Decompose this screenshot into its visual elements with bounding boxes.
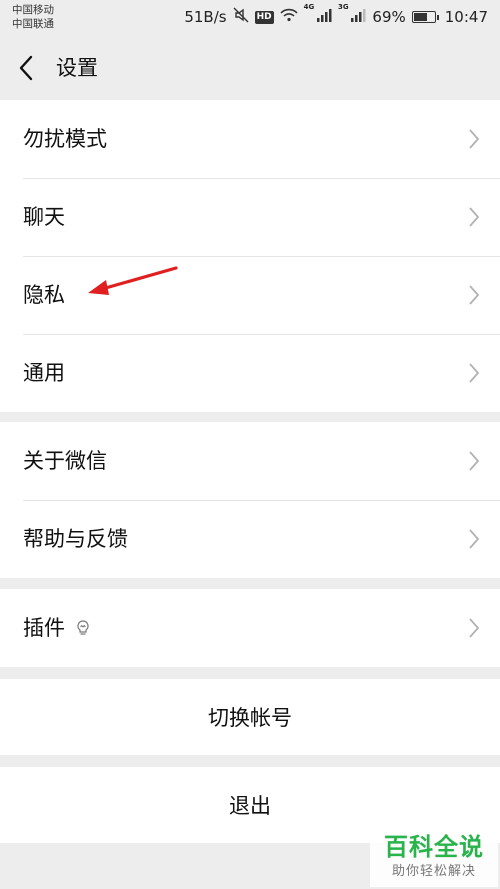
chevron-right-icon <box>469 451 480 471</box>
settings-item-privacy[interactable]: 隐私 <box>0 256 500 334</box>
chevron-right-icon <box>469 129 480 149</box>
wifi-icon <box>280 8 298 26</box>
settings-item-label: 隐私 <box>23 283 65 307</box>
settings-group-3: 插件 <box>0 589 500 667</box>
status-icons: 51B/s HD 4G 3G 69% 10:47 <box>184 3 488 28</box>
page-title: 设置 <box>56 56 98 80</box>
status-bar: 中国移动 中国联通 51B/s HD 4G 3G 69% 10:47 <box>0 0 500 36</box>
nav-header: 设置 <box>0 36 500 100</box>
settings-item-label: 通用 <box>23 361 65 385</box>
settings-item-label: 帮助与反馈 <box>23 527 128 551</box>
chevron-right-icon <box>469 363 480 383</box>
watermark-title: 百科全说 <box>384 833 484 861</box>
watermark-logo: 百科全说 助你轻松解决 <box>370 831 498 887</box>
carrier-2: 中国联通 <box>12 18 54 30</box>
back-button[interactable] <box>14 52 44 84</box>
settings-item-plugins[interactable]: 插件 <box>0 589 500 667</box>
switch-account-button[interactable]: 切换帐号 <box>0 679 500 755</box>
chevron-right-icon <box>469 285 480 305</box>
lightbulb-icon <box>77 620 89 635</box>
signal-icon-1: 4G <box>304 3 332 26</box>
chevron-right-icon <box>469 207 480 227</box>
settings-item-about[interactable]: 关于微信 <box>0 422 500 500</box>
switch-account-label: 切换帐号 <box>208 706 292 730</box>
settings-item-label: 聊天 <box>23 205 65 229</box>
watermark-slogan: 助你轻松解决 <box>391 864 476 879</box>
network-type-1: 4G <box>303 3 315 11</box>
signal-icon-2: 3G <box>338 3 366 26</box>
settings-item-label: 勿扰模式 <box>23 127 107 151</box>
network-speed: 51B/s <box>184 8 227 26</box>
chevron-right-icon <box>469 529 480 549</box>
logout-label: 退出 <box>229 794 271 818</box>
settings-item-general[interactable]: 通用 <box>0 334 500 412</box>
battery-percent: 69% <box>372 8 406 26</box>
mute-icon <box>233 7 249 27</box>
settings-item-chat[interactable]: 聊天 <box>0 178 500 256</box>
settings-group-2: 关于微信 帮助与反馈 <box>0 422 500 578</box>
network-type-2: 3G <box>338 3 349 11</box>
settings-group-1: 勿扰模式 聊天 隐私 通用 <box>0 100 500 412</box>
settings-item-do-not-disturb[interactable]: 勿扰模式 <box>0 100 500 178</box>
settings-item-label: 插件 <box>23 616 65 640</box>
battery-icon <box>411 11 439 23</box>
carrier-1: 中国移动 <box>12 4 54 16</box>
chevron-left-icon <box>19 55 33 81</box>
carrier-names: 中国移动 中国联通 <box>12 3 54 31</box>
settings-item-label: 关于微信 <box>23 449 107 473</box>
hd-badge: HD <box>254 10 274 24</box>
clock: 10:47 <box>444 8 488 26</box>
chevron-right-icon <box>469 618 480 638</box>
settings-item-help-feedback[interactable]: 帮助与反馈 <box>0 500 500 578</box>
